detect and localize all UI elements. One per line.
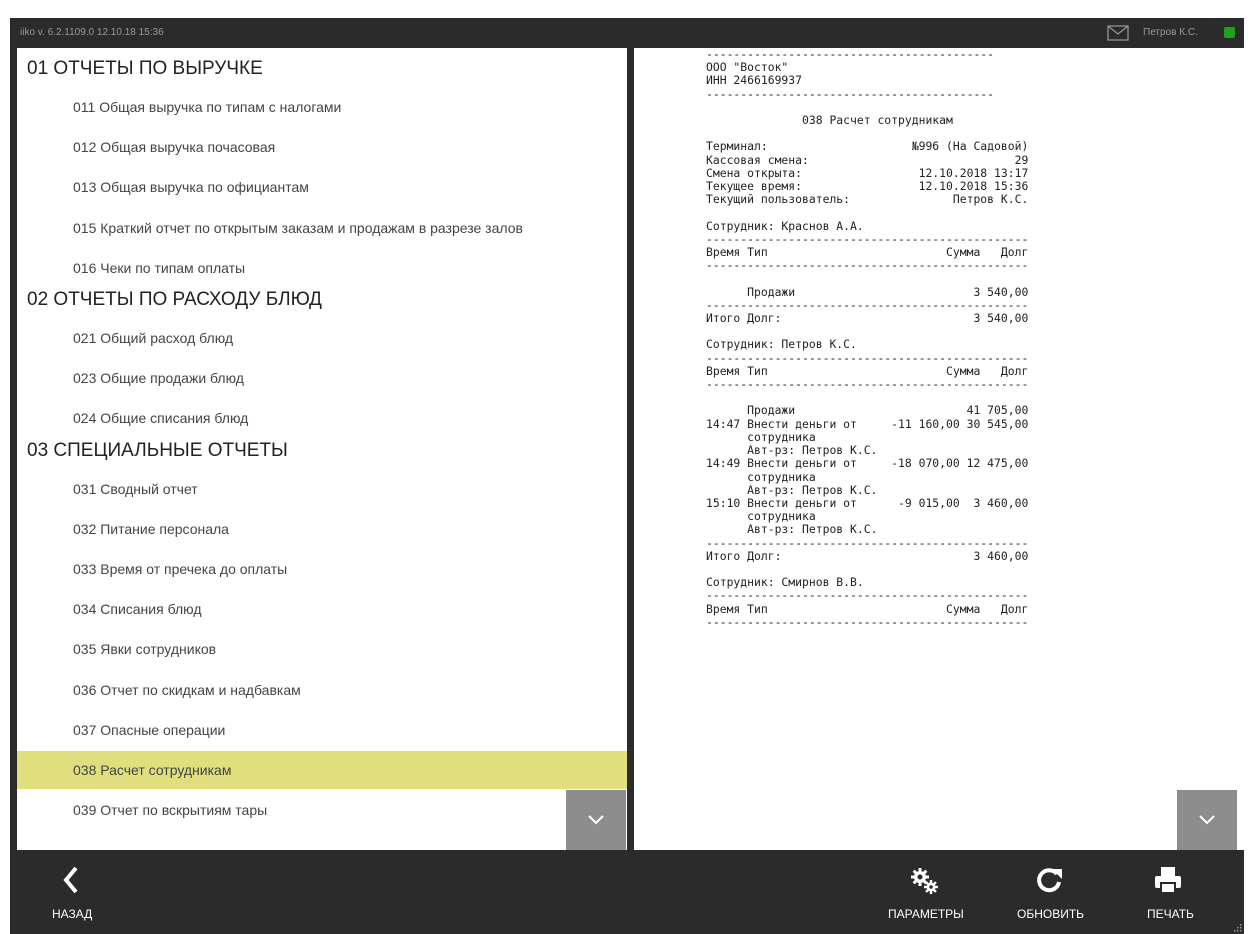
back-button[interactable]: НАЗАД xyxy=(40,852,120,934)
report-item[interactable]: 037 Опасные операции xyxy=(17,711,627,749)
report-item-label: 036 Отчет по скидкам и надбавкам xyxy=(73,681,301,698)
report-item-label: 039 Отчет по вскрытиям тары xyxy=(73,802,268,819)
resize-grip-icon[interactable] xyxy=(1232,922,1242,932)
mail-icon[interactable] xyxy=(1107,25,1129,41)
report-item[interactable]: 036 Отчет по скидкам и надбавкам xyxy=(17,671,627,709)
status-indicator xyxy=(1224,27,1235,38)
current-user: Петров К.С. xyxy=(1143,27,1198,38)
report-item[interactable]: 016 Чеки по типам оплаты xyxy=(17,249,627,287)
refresh-icon xyxy=(1037,868,1062,893)
report-item[interactable]: 039 Отчет по вскрытиям тары xyxy=(17,791,627,829)
report-item-label: 011 Общая выручка по типам с налогами xyxy=(73,99,342,115)
report-item-label: 023 Общие продажи блюд xyxy=(73,370,244,387)
report-item-label: 032 Питание персонала xyxy=(73,520,229,537)
section-heading: 01 ОТЧЕТЫ ПО ВЫРУЧКЕ xyxy=(27,58,263,79)
parameters-button[interactable]: ПАРАМЕТРЫ xyxy=(880,852,970,934)
report-item[interactable]: 033 Время от пречека до оплаты xyxy=(17,550,627,588)
report-item[interactable]: 021 Общий расход блюд xyxy=(17,319,627,357)
chevron-down-icon xyxy=(1199,815,1215,825)
section-heading: 02 ОТЧЕТЫ ПО РАСХОДУ БЛЮД xyxy=(27,289,322,310)
report-item-label: 038 Расчет сотрудникам xyxy=(73,762,232,778)
report-item[interactable]: 011 Общая выручка по типам с налогами xyxy=(17,88,627,126)
version-info: iiko v. 6.2.1109.0 12.10.18 15:36 xyxy=(20,27,164,38)
report-item-label: 033 Время от пречека до оплаты xyxy=(73,561,288,577)
report-item[interactable]: 012 Общая выручка почасовая xyxy=(17,128,627,166)
report-text: ----------------------------------------… xyxy=(706,48,1029,629)
bottom-toolbar: НАЗАД ПАРАМЕТРЫ ОБНОВИТЬ ПЕЧАТЬ xyxy=(10,852,1244,934)
report-item[interactable]: 024 Общие списания блюд xyxy=(17,399,627,437)
report-item-label: 035 Явки сотрудников xyxy=(73,641,217,658)
refresh-button[interactable]: ОБНОВИТЬ xyxy=(1010,852,1090,934)
report-item[interactable]: 034 Списания блюд xyxy=(17,590,627,628)
app-window: iiko v. 6.2.1109.0 12.10.18 15:36 Петров… xyxy=(10,18,1244,934)
section-heading: 03 СПЕЦИАЛЬНЫЕ ОТЧЕТЫ xyxy=(27,439,288,461)
report-item[interactable]: 013 Общая выручка по официантам xyxy=(17,168,627,206)
chevron-left-icon xyxy=(63,866,78,894)
refresh-label: ОБНОВИТЬ xyxy=(1017,907,1085,921)
report-item-label: 034 Списания блюд xyxy=(73,601,202,618)
top-bar: iiko v. 6.2.1109.0 12.10.18 15:36 Петров… xyxy=(10,18,1244,48)
print-label: ПЕЧАТЬ xyxy=(1147,907,1194,921)
report-list: 01 ОТЧЕТЫ ПО ВЫРУЧКЕ 011 Общая выручка по… xyxy=(17,48,627,850)
chevron-down-icon xyxy=(588,815,604,825)
report-item[interactable]: 015 Краткий отчет по открытым заказам и … xyxy=(17,209,627,247)
report-item[interactable]: 038 Расчет сотрудникам xyxy=(17,751,627,789)
report-item[interactable]: 035 Явки сотрудников xyxy=(17,630,627,668)
report-item[interactable]: 032 Питание персонала xyxy=(17,510,627,548)
report-item[interactable]: 023 Общие продажи блюд xyxy=(17,359,627,397)
printer-icon xyxy=(1155,867,1181,894)
report-item-label: 021 Общий расход блюд xyxy=(73,330,234,346)
report-item-label: 031 Сводный отчет xyxy=(73,480,198,497)
parameters-label: ПАРАМЕТРЫ xyxy=(888,907,964,921)
report-item-label: 016 Чеки по типам оплаты xyxy=(73,259,246,276)
report-preview[interactable]: ----------------------------------------… xyxy=(634,48,1244,850)
report-item-label: 015 Краткий отчет по открытым заказам и … xyxy=(73,219,523,236)
scroll-down-button-left[interactable] xyxy=(566,790,626,850)
gears-icon xyxy=(911,868,938,894)
scroll-down-button-right[interactable] xyxy=(1177,790,1237,850)
report-item-label: 024 Общие списания блюд xyxy=(73,410,249,427)
print-button[interactable]: ПЕЧАТЬ xyxy=(1135,852,1205,934)
report-item[interactable]: 031 Сводный отчет xyxy=(17,470,627,508)
report-item-label: 037 Опасные операции xyxy=(73,721,226,738)
back-label: НАЗАД xyxy=(52,907,93,921)
report-item-label: 012 Общая выручка почасовая xyxy=(73,139,276,156)
report-item-label: 013 Общая выручка по официантам xyxy=(73,179,309,196)
